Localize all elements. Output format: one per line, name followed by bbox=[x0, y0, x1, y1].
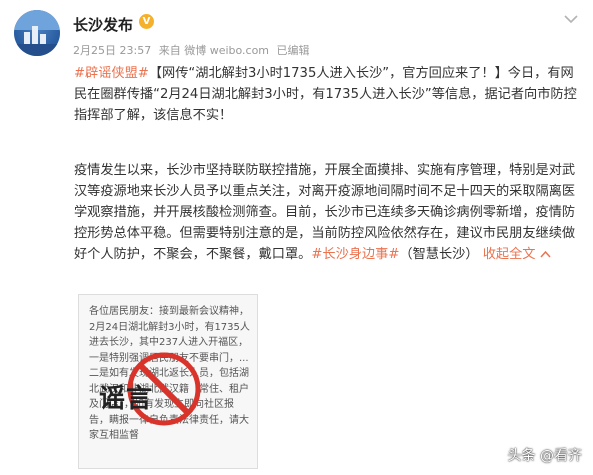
avatar[interactable] bbox=[14, 10, 60, 56]
collapse-button[interactable]: 收起全文 bbox=[483, 247, 536, 262]
edited-label[interactable]: 已编辑 bbox=[277, 44, 310, 57]
chevron-up-icon[interactable] bbox=[540, 250, 551, 258]
chevron-down-icon[interactable] bbox=[564, 14, 578, 24]
mention-smart-changsha[interactable]: （智慧长沙） bbox=[399, 247, 478, 262]
paragraph-1-text: 【网传“湖北解封3小时1735人进入长沙”，官方回应来了！】今日，有网民在圈群传… bbox=[74, 66, 577, 123]
rumor-stamp-text: 谣言 bbox=[99, 384, 154, 414]
topic-tag-changsha[interactable]: #长沙身边事# bbox=[311, 247, 399, 262]
watermark: 头条 @看齐 bbox=[507, 448, 582, 464]
post-paragraph-2: 疫情发生以来，长沙市坚持联防联控措施，开展全面摸排、实施有序管理，特别是对武汉等… bbox=[74, 160, 582, 265]
topic-tag-rumor[interactable]: #辟谣侠盟# bbox=[74, 66, 149, 81]
attached-image[interactable]: 各位居民朋友：接到最新会议精神，2月24日湖北解封3小时，有1735人进去长沙，… bbox=[78, 294, 258, 469]
post-meta: 2月25日 23:57 来自 微博 weibo.com 已编辑 bbox=[73, 42, 314, 58]
post-date[interactable]: 2月25日 23:57 bbox=[73, 44, 151, 57]
verified-v-icon: V bbox=[139, 14, 154, 29]
post-paragraph-1: #辟谣侠盟#【网传“湖北解封3小时1735人进入长沙”，官方回应来了！】今日，有… bbox=[74, 63, 582, 126]
post-source: 来自 微博 weibo.com bbox=[158, 44, 270, 57]
username[interactable]: 长沙发布 bbox=[73, 14, 133, 35]
